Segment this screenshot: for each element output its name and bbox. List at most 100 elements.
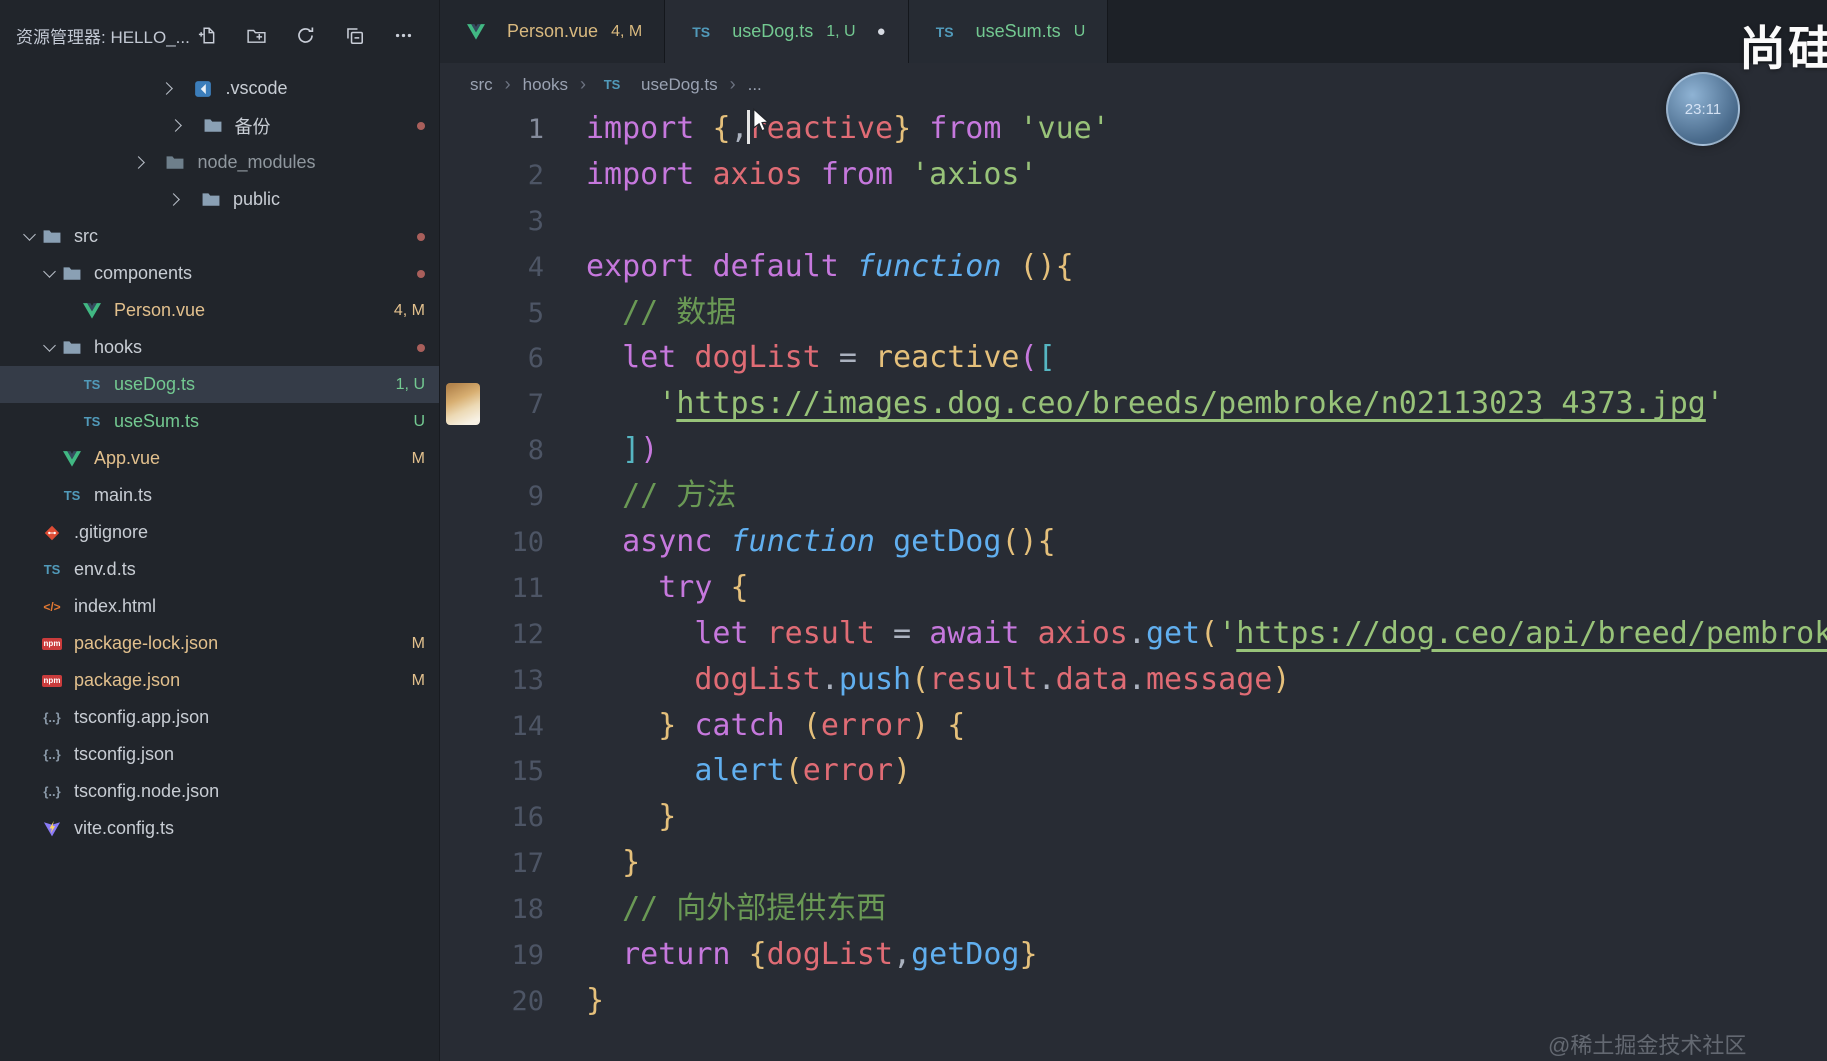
json-icon: {..} [43, 710, 61, 725]
gutter: 14 [440, 703, 586, 749]
code-line-10[interactable]: 10 async function getDog(){ [440, 519, 1827, 565]
token: // 方法 [622, 478, 737, 514]
gutter: 1 [440, 106, 586, 152]
line-number: 1 [527, 114, 544, 145]
breadcrumb-item-src[interactable]: src [470, 75, 493, 95]
token: { [1055, 248, 1074, 284]
refresh-icon[interactable] [291, 25, 319, 45]
tree-item-.gitignore[interactable]: .gitignore [0, 514, 439, 551]
code-line-17[interactable]: 17 } [440, 840, 1827, 886]
tree-item-useDog.ts[interactable]: TS useDog.ts 1, U [0, 366, 439, 403]
git-icon [38, 525, 66, 541]
breadcrumb-item-hooks[interactable]: hooks [523, 75, 568, 95]
git-status-badge: M [411, 449, 425, 467]
tree-item-tsconfig.json[interactable]: {..} tsconfig.json [0, 736, 439, 773]
tree-item-decorations: 4, M [394, 302, 439, 320]
code-line-1[interactable]: 1 import {,reactive} from 'vue' [440, 106, 1827, 152]
token: , [893, 937, 912, 973]
code-line-2[interactable]: 2 import axios from 'axios' [440, 152, 1827, 198]
tree-item-Person.vue[interactable]: Person.vue 4, M [0, 292, 439, 329]
code-area[interactable]: 1 import {,reactive} from 'vue' 2 import ax… [440, 106, 1827, 1061]
tree-item-vite.config.ts[interactable]: vite.config.ts [0, 810, 439, 847]
vite-icon [38, 820, 66, 838]
code-line-19[interactable]: 19 return {dogList,getDog} [440, 932, 1827, 978]
code-text: let result = await axios.get('https://do… [586, 611, 1827, 657]
token: default [712, 248, 857, 284]
tree-item-label: tsconfig.node.json [74, 781, 220, 801]
token: // 向外部提供东西 [622, 891, 887, 927]
new-file-icon[interactable] [193, 25, 221, 45]
tree-item-package-lock.json[interactable]: npm package-lock.json M [0, 625, 439, 662]
code-line-11[interactable]: 11 try { [440, 565, 1827, 611]
git-status-badge: M [411, 671, 425, 689]
line-number: 12 [511, 618, 544, 650]
new-folder-icon[interactable] [242, 25, 270, 45]
ts-icon: TS [603, 77, 621, 92]
token: = [820, 340, 875, 376]
token: dogList [766, 937, 894, 973]
tree-item-label: components [94, 263, 193, 283]
tree-item-index.html[interactable]: </> index.html [0, 588, 439, 625]
tab-git-badge: U [1073, 22, 1086, 40]
breadcrumb-item-useDog.ts[interactable]: TS useDog.ts [598, 75, 718, 95]
more-actions-icon[interactable] [389, 25, 417, 45]
token: alert [694, 753, 785, 789]
code-line-6[interactable]: 6 let dogList = reactive([ [440, 335, 1827, 381]
code-line-14[interactable]: 14 } catch (error) { [440, 703, 1827, 749]
token: from [820, 156, 894, 192]
breadcrumb-label: src [470, 74, 493, 94]
folder-icon [58, 340, 86, 355]
code-line-13[interactable]: 13 dogList.push(result.data.message) [440, 657, 1827, 703]
gutter: 15 [440, 748, 586, 794]
collapse-folders-icon[interactable] [340, 25, 368, 45]
tree-item-decorations [417, 232, 439, 241]
token: { [947, 707, 966, 743]
code-text: async function getDog(){ [586, 519, 1056, 565]
code-line-3[interactable]: 3 [440, 198, 1827, 244]
code-line-4[interactable]: 4 export default function (){ [440, 244, 1827, 290]
tree-item-public[interactable]: public [0, 181, 439, 218]
tab-git-badge: 1, U [826, 22, 856, 40]
code-text: import {,reactive} from 'vue' [586, 106, 1110, 152]
tree-item-package.json[interactable]: npm package.json M [0, 662, 439, 699]
code-line-12[interactable]: 12 let result = await axios.get('https:/… [440, 611, 1827, 657]
tree-item-App.vue[interactable]: App.vue M [0, 440, 439, 477]
tab-useDog.ts[interactable]: TS useDog.ts 1, U ● [665, 0, 909, 63]
code-line-18[interactable]: 18 // 向外部提供东西 [440, 886, 1827, 932]
gutter: 13 [440, 657, 586, 703]
code-line-9[interactable]: 9 // 方法 [440, 473, 1827, 519]
dog-image-gutter-thumbnail [446, 383, 480, 426]
gutter: 19 [440, 932, 586, 978]
code-line-5[interactable]: 5 // 数据 [440, 290, 1827, 336]
code-text: } catch (error) { [586, 703, 965, 749]
tree-item-.vscode[interactable]: .vscode [0, 70, 439, 107]
code-line-20[interactable]: 20} [440, 978, 1827, 1024]
code-text: dogList.push(result.data.message) [586, 657, 1290, 703]
tree-item-hooks[interactable]: hooks [0, 329, 439, 366]
tab-useSum.ts[interactable]: TS useSum.ts U [908, 0, 1109, 63]
breadcrumb-item-...[interactable]: ... [748, 75, 762, 95]
tree-item-env.d.ts[interactable]: TS env.d.ts [0, 551, 439, 588]
explorer-header: 资源管理器: HELLO_... [0, 0, 439, 70]
code-line-16[interactable]: 16 } [440, 794, 1827, 840]
tree-item-tsconfig.node.json[interactable]: {..} tsconfig.node.json [0, 773, 439, 810]
code-line-7[interactable]: 7 'https://images.dog.ceo/breeds/pembrok… [440, 381, 1827, 427]
chevron-right-icon [129, 156, 161, 169]
unsaved-dot[interactable]: ● [877, 23, 886, 40]
tree-item-main.ts[interactable]: TS main.ts [0, 477, 439, 514]
tab-Person.vue[interactable]: Person.vue 4, M [440, 0, 666, 63]
token: await [929, 615, 1038, 651]
tree-item-node_modules[interactable]: node_modules [0, 144, 439, 181]
token: } [622, 845, 641, 881]
tree-item-useSum.ts[interactable]: TS useSum.ts U [0, 403, 439, 440]
code-line-15[interactable]: 15 alert(error) [440, 748, 1827, 794]
tree-item-src[interactable]: src [0, 218, 439, 255]
token: 'vue' [1019, 111, 1110, 146]
tree-item-tsconfig.app.json[interactable]: {..} tsconfig.app.json [0, 699, 439, 736]
code-line-8[interactable]: 8 ]) [440, 427, 1827, 473]
tree-item-components[interactable]: components [0, 255, 439, 292]
tree-item-备份[interactable]: 备份 [0, 107, 439, 144]
